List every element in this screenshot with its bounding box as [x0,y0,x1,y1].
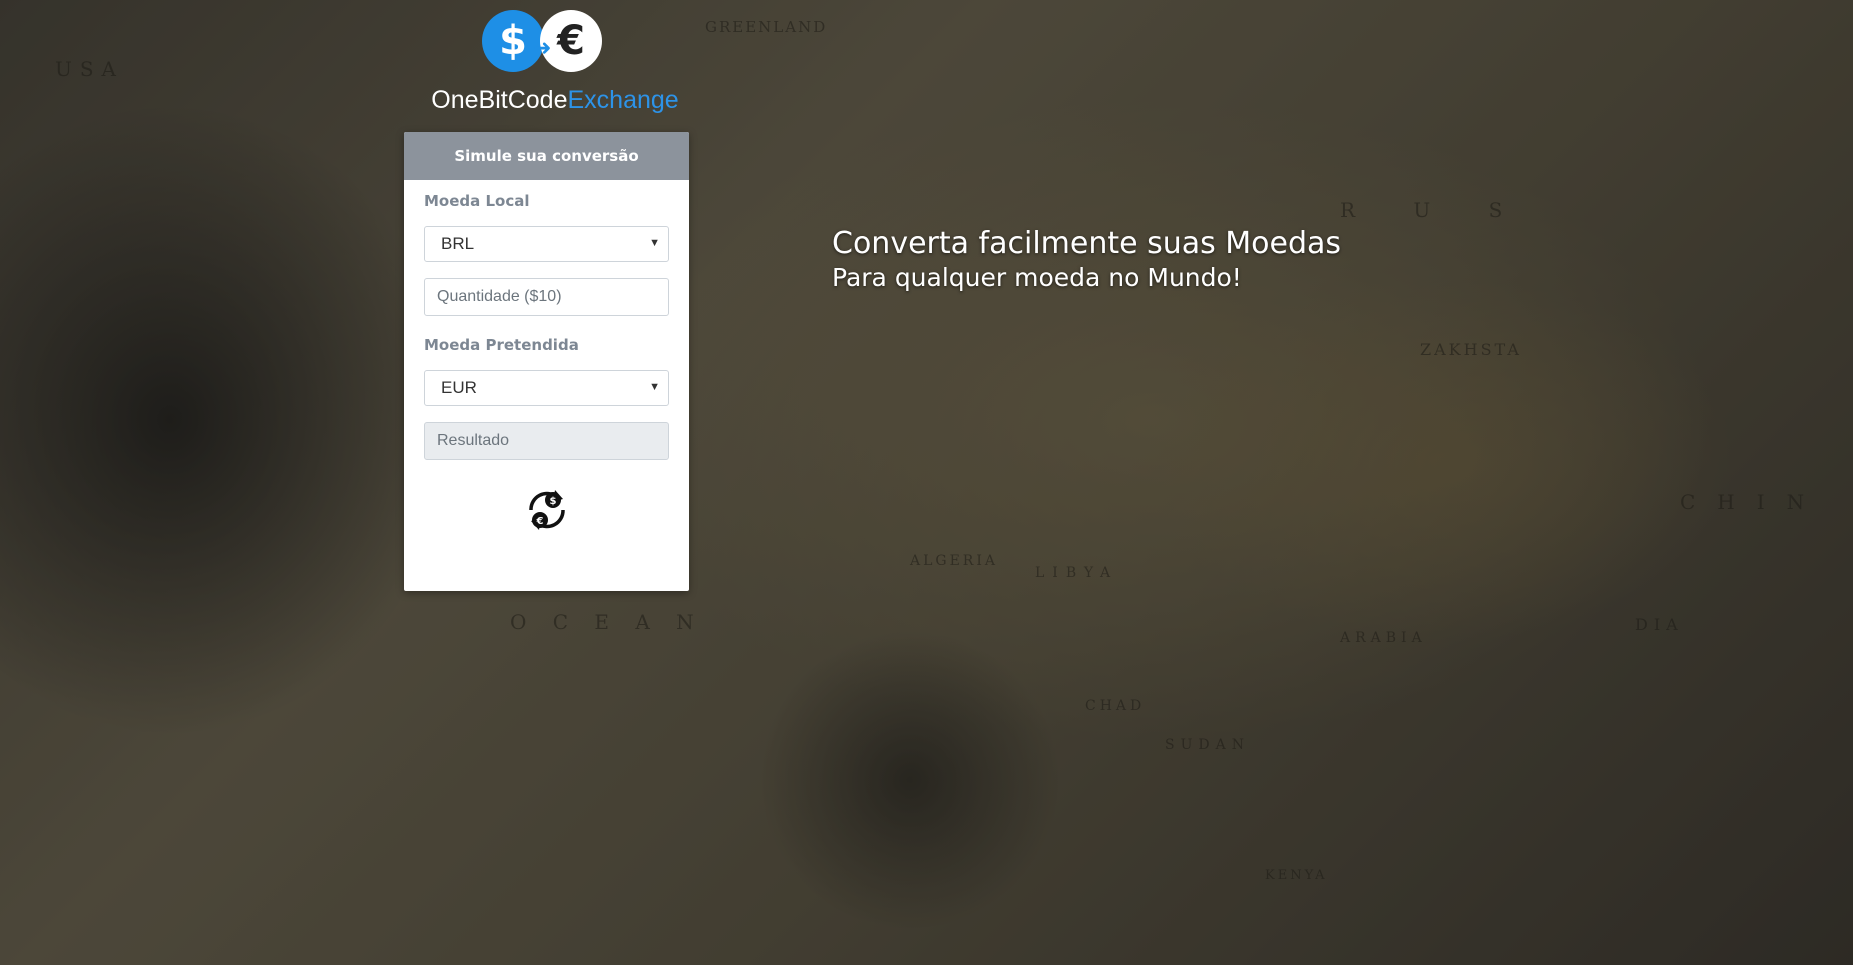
brand-name: OneBitCodeExchange [420,86,690,115]
caret-down-icon: ▼ [649,381,660,393]
brand-logo: $ € ➜ OneBitCodeExchange [420,8,690,115]
target-currency-value: EUR [441,378,477,397]
map-label: O C E A N [510,610,704,634]
hero-subtitle: Para qualquer moeda no Mundo! [832,263,1242,292]
local-currency-select[interactable]: BRL ▼ [424,226,669,262]
caret-down-icon: ▼ [649,237,660,249]
map-label: KENYA [1265,868,1328,883]
result-field [424,422,669,460]
convert-button[interactable]: $ € [517,480,577,540]
map-label: CHAD [1085,698,1146,714]
map-label: GREENLAND [705,18,828,36]
map-label: LIBYA [1035,565,1119,581]
map-label: ALGERIA [910,553,998,569]
map-label: ZAKHSTA [1420,340,1522,359]
background-overlay [0,0,1853,965]
svg-text:$: $ [549,496,556,507]
card-title: Simule sua conversão [404,132,689,180]
map-label: ARABIA [1340,630,1427,646]
quantity-input[interactable] [424,278,669,316]
hero-title: Converta facilmente suas Moedas [832,226,1342,261]
map-label: DIA [1635,615,1684,634]
logo-icons: $ € ➜ [420,8,690,76]
local-currency-label: Moeda Local [424,192,530,210]
svg-text:€: € [535,516,543,527]
brand-name-part2: Exchange [567,86,679,114]
conversion-card: Simule sua conversão Moeda Local BRL ▼ M… [404,132,689,591]
local-currency-value: BRL [441,234,475,253]
currency-exchange-icon: $ € [528,490,565,530]
hero-headline: Converta facilmente suas Moedas Para qua… [832,226,1341,292]
map-label: R U S [1340,198,1529,222]
arrow-right-icon: ➜ [533,36,552,61]
brand-name-part1: OneBitCode [431,86,568,114]
target-currency-select[interactable]: EUR ▼ [424,370,669,406]
euro-symbol: € [557,18,585,64]
card-body: Moeda Local BRL ▼ Moeda Pretendida EUR ▼… [404,180,689,540]
dollar-symbol: $ [499,18,527,64]
map-label: CHIN [1680,490,1827,514]
map-label: USA [55,57,124,81]
target-currency-label: Moeda Pretendida [424,336,579,354]
map-label: SUDAN [1165,737,1250,753]
